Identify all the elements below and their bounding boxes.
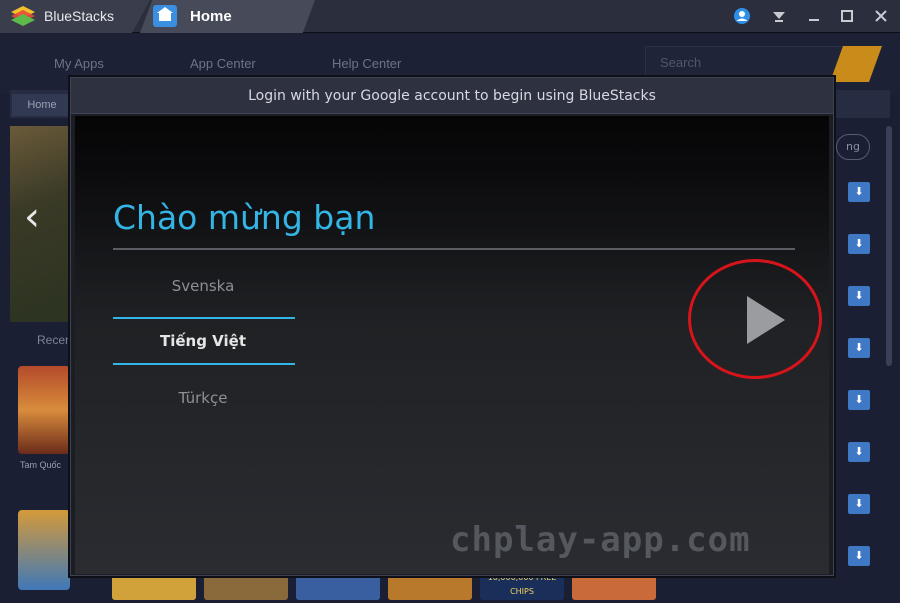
app-thumbnail[interactable] — [18, 366, 70, 454]
app-name: BlueStacks — [44, 8, 115, 24]
download-icon[interactable]: ⬇ — [848, 234, 870, 254]
download-icon[interactable]: ⬇ — [848, 442, 870, 462]
download-icon[interactable]: ⬇ — [848, 286, 870, 306]
nav-my-apps[interactable]: My Apps — [54, 56, 104, 71]
download-icon[interactable]: ⬇ — [848, 494, 870, 514]
nav-help-center[interactable]: Help Center — [332, 56, 401, 71]
home-icon — [153, 5, 177, 27]
selection-line-top — [113, 317, 295, 319]
search-placeholder: Search — [660, 55, 702, 70]
language-option-selected[interactable]: Tiếng Việt — [113, 332, 293, 350]
bluestacks-window: BlueStacks Home My Apps App Center Help — [0, 0, 900, 603]
selection-line-bottom — [113, 363, 295, 365]
minimize-icon[interactable] — [803, 5, 825, 27]
language-option[interactable]: Türkçe — [113, 389, 293, 407]
download-icon[interactable]: ⬇ — [848, 182, 870, 202]
welcome-heading: Chào mừng bạn — [113, 198, 376, 237]
bluestacks-logo-icon — [11, 6, 35, 26]
dialog-header: Login with your Google account to begin … — [71, 78, 833, 114]
welcome-screen: Chào mừng bạn Svenska Tiếng Việt Türkçe — [75, 116, 829, 574]
download-icon[interactable]: ⬇ — [848, 546, 870, 566]
title-bar: BlueStacks Home — [0, 0, 900, 33]
maximize-icon[interactable] — [836, 5, 858, 27]
download-icon[interactable]: ⬇ — [848, 338, 870, 358]
app-list-column: ng ⬇ ⬇ ⬇ ⬇ ⬇ ⬇ ⬇ ⬇ — [836, 126, 891, 596]
watermark: chplay-app.com — [450, 520, 751, 560]
search-input[interactable]: Search — [645, 46, 845, 80]
close-icon[interactable] — [870, 5, 892, 27]
app-thumbnail[interactable] — [18, 510, 70, 590]
nav-app-center[interactable]: App Center — [190, 56, 256, 71]
heading-divider — [113, 248, 795, 250]
download-icon[interactable]: ⬇ — [848, 390, 870, 410]
tab-home-label: Home — [190, 8, 232, 25]
dialog-title: Login with your Google account to begin … — [248, 88, 656, 104]
recent-section-label: Recen — [37, 333, 72, 347]
account-icon[interactable] — [731, 5, 753, 27]
more-pill[interactable]: ng — [836, 134, 870, 160]
login-dialog: Login with your Google account to begin … — [70, 77, 834, 576]
featured-banner[interactable] — [10, 126, 72, 322]
scrollbar[interactable] — [886, 126, 892, 366]
app-thumbnail-label: Tam Quốc — [20, 460, 62, 470]
language-option[interactable]: Svenska — [113, 277, 293, 295]
breadcrumb-home[interactable]: Home — [12, 94, 72, 116]
notification-icon[interactable] — [768, 5, 790, 27]
highlight-circle — [688, 259, 822, 379]
chevron-left-icon[interactable]: ‹ — [24, 194, 40, 240]
